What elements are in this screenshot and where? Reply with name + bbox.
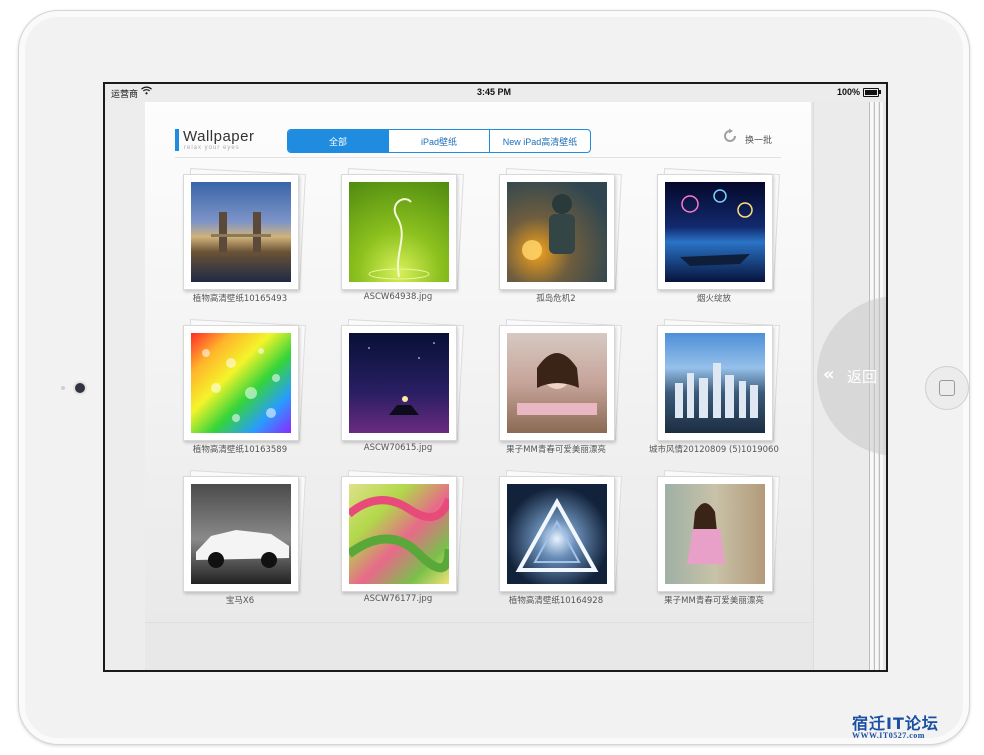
light-sensor bbox=[61, 386, 65, 390]
wallpaper-caption: ASCW64938.jpg bbox=[363, 292, 433, 302]
photo-frame bbox=[341, 325, 457, 441]
category-tabs: 全部 iPad壁纸 New iPad高清壁纸 bbox=[287, 129, 591, 153]
wallpaper-thumbnail bbox=[191, 182, 291, 282]
refresh-icon[interactable] bbox=[722, 128, 738, 144]
wallpaper-caption: 烟火绽放 bbox=[696, 294, 731, 304]
photo-frame bbox=[499, 174, 615, 290]
photo-frame bbox=[341, 476, 457, 592]
photo-frame bbox=[183, 325, 299, 441]
carrier-label: 运营商 bbox=[111, 89, 139, 99]
photo-frame bbox=[657, 476, 773, 592]
wallpaper-item[interactable]: 果子MM青春可爱美丽漂亮 bbox=[491, 319, 622, 465]
wallpaper-thumbnail bbox=[665, 484, 765, 584]
tab-ipad-wallpaper[interactable]: iPad壁纸 bbox=[388, 130, 489, 152]
wallpaper-item[interactable]: 果子MM青春可爱美丽漂亮 bbox=[649, 470, 780, 616]
battery-percentage: 100% bbox=[837, 87, 861, 97]
photo-frame bbox=[657, 174, 773, 290]
wallpaper-item[interactable]: ASCW70615.jpg bbox=[333, 319, 464, 465]
wallpaper-item[interactable]: 植物高清壁纸10163589 bbox=[175, 319, 306, 465]
wallpaper-caption: 孤岛危机2 bbox=[536, 294, 576, 304]
wallpaper-thumbnail bbox=[349, 484, 449, 584]
wallpaper-item[interactable]: 孤岛危机2 bbox=[491, 168, 622, 314]
photo-frame bbox=[183, 174, 299, 290]
wallpaper-caption: ASCW70615.jpg bbox=[363, 443, 433, 453]
wallpaper-caption: ASCW76177.jpg bbox=[363, 594, 433, 604]
logo-subtitle: relax your eyes bbox=[184, 145, 240, 151]
panel-footer bbox=[145, 622, 811, 669]
wallpaper-item[interactable]: 宝马X6 bbox=[175, 470, 306, 616]
logo-accent-bar bbox=[175, 129, 179, 151]
wallpaper-panel: Wallpaper relax your eyes 全部 iPad壁纸 New … bbox=[145, 102, 811, 622]
wallpaper-thumbnail bbox=[507, 484, 607, 584]
wallpaper-caption: 宝马X6 bbox=[225, 596, 255, 606]
photo-frame bbox=[341, 174, 457, 290]
watermark-url: WWW.IT0527.com bbox=[852, 731, 925, 740]
wallpaper-thumbnail bbox=[665, 333, 765, 433]
tab-new-ipad-hd[interactable]: New iPad高清壁纸 bbox=[489, 130, 590, 152]
back-label: 返回 bbox=[847, 368, 878, 386]
logo-title: Wallpaper bbox=[183, 128, 255, 145]
wallpaper-caption: 植物高清壁纸10164928 bbox=[508, 596, 604, 606]
wallpaper-thumbnail bbox=[507, 333, 607, 433]
left-rail bbox=[105, 102, 146, 670]
wallpaper-item[interactable]: ASCW64938.jpg bbox=[333, 168, 464, 314]
double-chevron-left-icon: « bbox=[823, 364, 835, 385]
wallpaper-thumbnail bbox=[191, 484, 291, 584]
battery-tip bbox=[879, 90, 881, 94]
wallpaper-caption: 城市风情20120809 (5)10190607 bbox=[649, 445, 779, 455]
wallpaper-caption: 植物高清壁纸10163589 bbox=[192, 445, 288, 455]
camera-icon bbox=[75, 383, 85, 393]
home-square-icon bbox=[939, 380, 955, 396]
wallpaper-item[interactable]: ASCW76177.jpg bbox=[333, 470, 464, 616]
photo-frame bbox=[499, 325, 615, 441]
photo-frame bbox=[499, 476, 615, 592]
wallpaper-item[interactable]: 植物高清壁纸10164928 bbox=[491, 470, 622, 616]
tab-all[interactable]: 全部 bbox=[288, 130, 388, 152]
wallpaper-thumbnail bbox=[191, 333, 291, 433]
wallpaper-item[interactable]: 城市风情20120809 (5)10190607 bbox=[649, 319, 780, 465]
wallpaper-item[interactable]: 植物高清壁纸10165493 bbox=[175, 168, 306, 314]
status-bar: 运营商 3:45 PM 100% bbox=[105, 84, 886, 102]
wallpaper-caption: 植物高清壁纸10165493 bbox=[192, 294, 288, 304]
battery-icon bbox=[863, 88, 879, 97]
wallpaper-thumbnail bbox=[349, 333, 449, 433]
refresh-button[interactable]: 换一批 bbox=[745, 133, 772, 146]
wifi-icon bbox=[141, 86, 152, 98]
status-time: 3:45 PM bbox=[477, 87, 512, 97]
wallpaper-caption: 果子MM青春可爱美丽漂亮 bbox=[506, 445, 606, 455]
home-button[interactable] bbox=[925, 366, 969, 410]
wallpaper-caption: 果子MM青春可爱美丽漂亮 bbox=[664, 596, 764, 606]
wallpaper-thumbnail bbox=[507, 182, 607, 282]
header-divider bbox=[175, 157, 781, 158]
photo-frame bbox=[657, 325, 773, 441]
photo-frame bbox=[183, 476, 299, 592]
wallpaper-item[interactable]: 烟火绽放 bbox=[649, 168, 780, 314]
wallpaper-thumbnail bbox=[665, 182, 765, 282]
screen: 运营商 3:45 PM 100% Wallpaper relax your ey… bbox=[103, 82, 888, 672]
wallpaper-thumbnail bbox=[349, 182, 449, 282]
